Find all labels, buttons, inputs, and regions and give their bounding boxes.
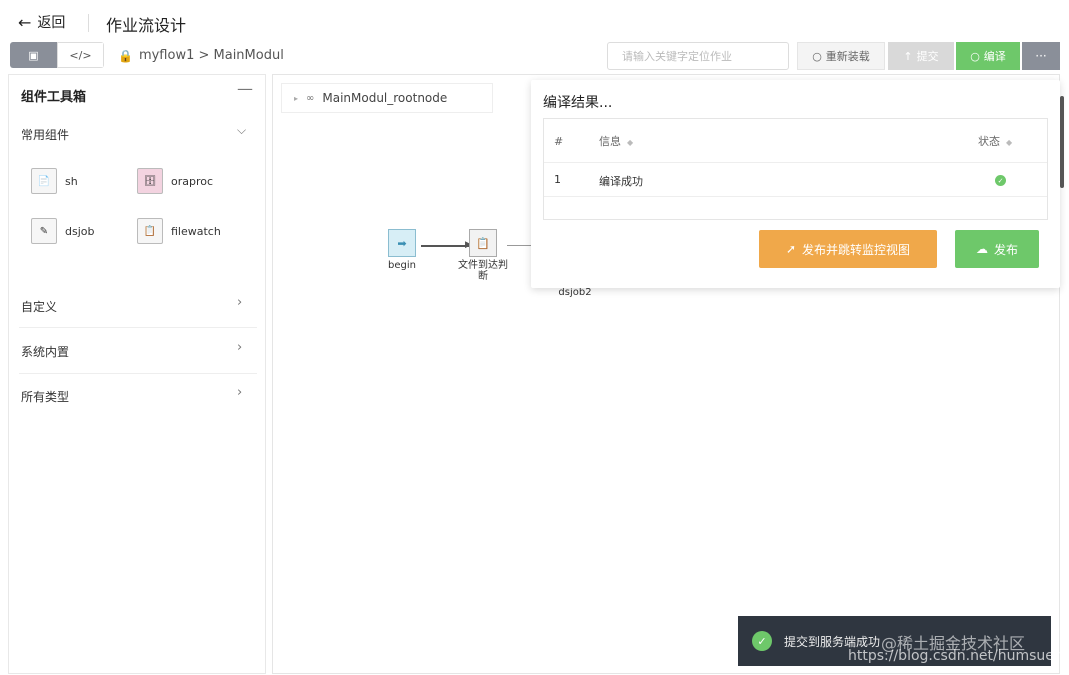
collapse-icon[interactable]: —	[237, 79, 253, 98]
publish-button[interactable]: ☁ 发布	[955, 230, 1039, 268]
reload-button[interactable]: ○ 重新装载	[797, 42, 885, 70]
expand-triangle-icon[interactable]: ▸	[294, 94, 298, 103]
link-icon: ∞	[306, 92, 315, 104]
row-index: 1	[554, 173, 561, 186]
header-bar: ← 返回 作业流设计	[0, 0, 1069, 42]
publish-monitor-label: 发布并跳转监控视图	[802, 242, 911, 257]
column-header-index: #	[554, 135, 564, 148]
component-label: oraproc	[171, 174, 214, 188]
success-icon: ✓	[995, 175, 1006, 186]
header-divider	[88, 14, 89, 32]
script-icon: 📄	[31, 168, 57, 194]
component-dsjob[interactable]: ✎ dsjob	[21, 209, 121, 253]
back-label: 返回	[37, 15, 66, 31]
sort-icon: ◆	[627, 138, 634, 147]
chevron-right-icon[interactable]: ›	[237, 295, 242, 310]
submit-button[interactable]: ↑ 提交	[888, 42, 954, 70]
file-watch-icon: 📋	[469, 229, 497, 257]
back-button[interactable]: ← 返回	[18, 12, 65, 32]
code-view-icon[interactable]: </>	[57, 42, 104, 68]
scrollbar[interactable]	[1060, 96, 1064, 188]
column-header-status[interactable]: 状态 ◆	[978, 133, 1012, 149]
view-toggle: ▣ </>	[10, 42, 104, 68]
page-title: 作业流设计	[106, 16, 187, 35]
start-arrow-icon: ➡	[388, 229, 416, 257]
common-components-header[interactable]: 常用组件	[21, 126, 69, 143]
file-watch-icon: 📋	[137, 218, 163, 244]
root-node-label: MainModul_rootnode	[322, 91, 448, 105]
component-label: filewatch	[171, 224, 221, 238]
result-table: # 信息 ◆ 状态 ◆ 1 编译成功 ✓	[543, 118, 1048, 220]
submit-label: 提交	[916, 50, 939, 63]
breadcrumb: 🔒 myflow1 > MainModul	[118, 48, 284, 63]
node-label: 文件到达判断	[458, 260, 508, 282]
database-icon: 🗄	[137, 168, 163, 194]
root-node[interactable]: ▸ ∞ MainModul_rootnode	[281, 83, 493, 113]
component-label: dsjob	[65, 224, 95, 238]
arrow-left-icon: ←	[18, 12, 32, 32]
chevron-right-icon[interactable]: ›	[237, 385, 242, 400]
publish-label: 发布	[993, 242, 1018, 257]
more-button[interactable]: ···	[1022, 42, 1060, 70]
compile-icon: ○	[970, 49, 980, 63]
reload-label: 重新装载	[825, 50, 870, 63]
component-toolbox: 组件工具箱 — 常用组件 ⌵ 📄 sh 🗄 oraproc ✎ dsjob 📋 …	[8, 74, 266, 674]
publish-and-monitor-button[interactable]: ➚ 发布并跳转监控视图	[759, 230, 937, 268]
compile-button[interactable]: ○ 编译	[956, 42, 1020, 70]
cloud-upload-icon: ☁	[975, 242, 988, 256]
component-oraproc[interactable]: 🗄 oraproc	[127, 159, 227, 203]
compile-label: 编译	[983, 50, 1006, 63]
component-sh[interactable]: 📄 sh	[21, 159, 121, 203]
breadcrumb-text[interactable]: myflow1 > MainModul	[139, 48, 284, 63]
section-builtin[interactable]: 系统内置	[21, 343, 253, 360]
design-view-icon[interactable]: ▣	[10, 42, 57, 68]
chevron-right-icon[interactable]: ›	[237, 340, 242, 355]
compile-result-popup: 编译结果... # 信息 ◆ 状态 ◆ 1 编译成功 ✓ ➚ 发布并跳转监控视图 ☁…	[531, 80, 1060, 288]
toolbox-title: 组件工具箱	[21, 90, 87, 105]
section-custom[interactable]: 自定义	[21, 298, 253, 315]
section-all-types[interactable]: 所有类型	[21, 388, 253, 405]
table-row: 1 编译成功 ✓	[544, 163, 1047, 197]
watermark-url: https://blog.csdn.net/humsuer	[848, 648, 1060, 664]
row-message: 编译成功	[599, 175, 643, 188]
popup-title: 编译结果...	[543, 95, 613, 111]
pencil-icon: ✎	[31, 218, 57, 244]
reload-icon: ○	[812, 49, 822, 63]
check-circle-icon: ✓	[752, 631, 772, 651]
node-dsjob2[interactable]: dsjob2	[555, 287, 595, 298]
sort-icon: ◆	[1006, 138, 1013, 147]
node-begin[interactable]: ➡ begin	[383, 229, 421, 271]
divider	[19, 327, 257, 328]
send-icon: ➚	[785, 242, 797, 256]
lock-icon: 🔒	[118, 48, 133, 63]
node-file-arrival[interactable]: 📋 文件到达判断	[457, 229, 509, 282]
node-label: dsjob2	[558, 287, 592, 298]
component-filewatch[interactable]: 📋 filewatch	[127, 209, 227, 253]
chevron-down-icon[interactable]: ⌵	[237, 123, 246, 138]
toolbar: ▣ </> 🔒 myflow1 > MainModul ○ 重新装载 ↑ 提交 …	[0, 42, 1069, 74]
column-header-message[interactable]: 信息 ◆	[599, 133, 633, 149]
component-label: sh	[65, 174, 78, 188]
table-header: # 信息 ◆ 状态 ◆	[544, 119, 1047, 163]
toast-message: 提交到服务端成功	[784, 634, 881, 649]
upload-icon: ↑	[903, 49, 913, 63]
node-label: begin	[388, 260, 416, 271]
search-input[interactable]	[607, 42, 789, 70]
divider	[19, 373, 257, 374]
